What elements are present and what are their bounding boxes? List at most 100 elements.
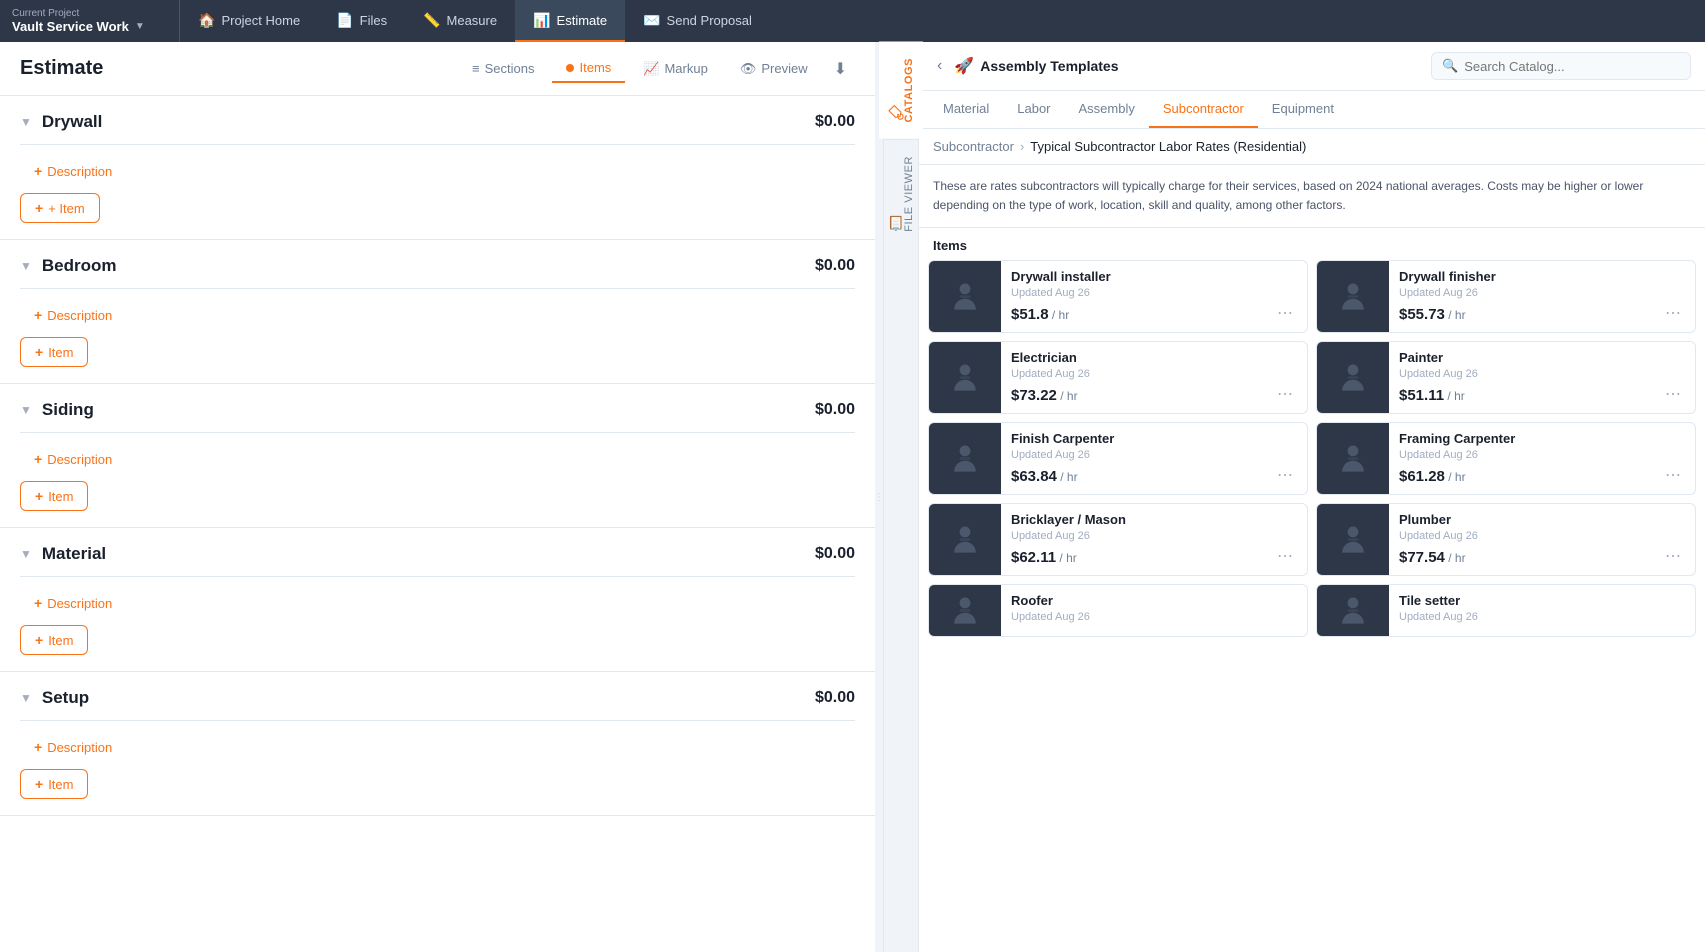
section-drywall-chevron[interactable]: ▼ <box>20 115 32 129</box>
breadcrumb-separator: › <box>1020 139 1024 154</box>
nav-tab-estimate[interactable]: 📊 Estimate <box>515 0 625 42</box>
catalog-item-bricklayer-mason[interactable]: Bricklayer / Mason Updated Aug 26 $62.11… <box>928 503 1308 576</box>
nav-tab-measure[interactable]: 📏 Measure <box>405 0 515 42</box>
catalog-item-electrician[interactable]: Electrician Updated Aug 26 $73.22 / hr ⋯ <box>928 341 1308 414</box>
plus-icon: + <box>34 307 42 323</box>
card-price-row-framing-carpenter: $61.28 / hr ⋯ <box>1399 466 1685 486</box>
bedroom-add-description-button[interactable]: + Description <box>20 301 126 329</box>
card-price-plumber: $77.54 / hr <box>1399 549 1466 566</box>
card-more-button-electrician[interactable]: ⋯ <box>1273 385 1297 405</box>
catalog-back-button[interactable]: ‹ <box>933 55 946 77</box>
card-more-button-drywall-finisher[interactable]: ⋯ <box>1661 304 1685 324</box>
catalog-item-painter[interactable]: Painter Updated Aug 26 $51.11 / hr ⋯ <box>1316 341 1696 414</box>
items-grid: Drywall installer Updated Aug 26 $51.8 /… <box>919 257 1705 646</box>
project-label[interactable]: Current Project Vault Service Work ▼ <box>0 0 180 42</box>
setup-add-description-button[interactable]: + Description <box>20 733 126 761</box>
plus-icon: + <box>35 632 43 648</box>
home-icon: 🏠 <box>198 12 215 29</box>
section-setup-chevron[interactable]: ▼ <box>20 691 32 705</box>
setup-add-item-button[interactable]: + Item <box>20 769 88 799</box>
catalog-item-finish-carpenter[interactable]: Finish Carpenter Updated Aug 26 $63.84 /… <box>928 422 1308 495</box>
material-add-description-button[interactable]: + Description <box>20 589 126 617</box>
section-setup-name: Setup <box>42 688 89 708</box>
card-name-painter: Painter <box>1399 350 1685 365</box>
card-updated-painter: Updated Aug 26 <box>1399 368 1685 380</box>
card-name-bricklayer-mason: Bricklayer / Mason <box>1011 512 1297 527</box>
drywall-add-description-button[interactable]: + Description <box>20 157 126 185</box>
card-updated-tile-setter: Updated Aug 26 <box>1399 611 1685 623</box>
ctype-tab-material[interactable]: Material <box>929 91 1003 128</box>
card-more-button-painter[interactable]: ⋯ <box>1661 385 1685 405</box>
card-thumbnail-bricklayer-mason <box>929 504 1001 575</box>
breadcrumb-parent-link[interactable]: Subcontractor <box>933 139 1014 154</box>
card-unit-finish-carpenter: / hr <box>1057 470 1078 484</box>
tab-preview[interactable]: 👁 Preview <box>726 55 822 83</box>
project-dropdown-icon[interactable]: ▼ <box>135 21 145 32</box>
tab-items[interactable]: Items <box>552 54 625 83</box>
estimate-icon: 📊 <box>533 12 550 29</box>
estimate-tabs: ≡ Sections Items 📈 Markup 👁 Preview ⬇ <box>458 54 855 83</box>
breadcrumb-current: Typical Subcontractor Labor Rates (Resid… <box>1030 139 1306 154</box>
items-active-dot <box>566 64 574 72</box>
section-drywall-title-row: ▼ Drywall <box>20 112 102 132</box>
card-updated-drywall-finisher: Updated Aug 26 <box>1399 287 1685 299</box>
tab-markup[interactable]: 📈 Markup <box>629 55 722 83</box>
card-more-button-finish-carpenter[interactable]: ⋯ <box>1273 466 1297 486</box>
section-siding: ▼ Siding $0.00 + Description + Item <box>0 384 875 528</box>
file-viewer-icon: 📋 <box>887 162 903 232</box>
ctype-tab-assembly[interactable]: Assembly <box>1065 91 1149 128</box>
card-more-button-plumber[interactable]: ⋯ <box>1661 547 1685 567</box>
siding-add-description-button[interactable]: + Description <box>20 445 126 473</box>
catalog-item-framing-carpenter[interactable]: Framing Carpenter Updated Aug 26 $61.28 … <box>1316 422 1696 495</box>
vtab-catalogs[interactable]: 🏷 CATALOGS <box>879 42 923 139</box>
ctype-tab-equipment[interactable]: Equipment <box>1258 91 1348 128</box>
card-more-button-framing-carpenter[interactable]: ⋯ <box>1661 466 1685 486</box>
catalog-search-input[interactable] <box>1464 59 1680 74</box>
material-add-item-button[interactable]: + Item <box>20 625 88 655</box>
catalog-item-drywall-installer[interactable]: Drywall installer Updated Aug 26 $51.8 /… <box>928 260 1308 333</box>
catalog-item-roofer[interactable]: Roofer Updated Aug 26 <box>928 584 1308 637</box>
card-more-button-bricklayer-mason[interactable]: ⋯ <box>1273 547 1297 567</box>
card-more-button-drywall-installer[interactable]: ⋯ <box>1273 304 1297 324</box>
section-siding-chevron[interactable]: ▼ <box>20 403 32 417</box>
section-material-divider <box>20 576 855 577</box>
catalog-panel: ‹ 🚀 Assembly Templates 🔍 Material L <box>919 42 1705 952</box>
plus-icon: + <box>34 163 42 179</box>
card-name-tile-setter: Tile setter <box>1399 593 1685 608</box>
download-button[interactable]: ⬇ <box>826 55 855 83</box>
section-drywall-name: Drywall <box>42 112 102 132</box>
section-bedroom-chevron[interactable]: ▼ <box>20 259 32 273</box>
top-nav: Current Project Vault Service Work ▼ 🏠 P… <box>0 0 1705 42</box>
section-drywall-divider <box>20 144 855 145</box>
search-icon: 🔍 <box>1442 58 1458 74</box>
plus-icon: + <box>34 739 42 755</box>
vertical-tabs: 🏷 CATALOGS 📋 FILE VIEWER <box>883 42 919 952</box>
siding-add-item-button[interactable]: + Item <box>20 481 88 511</box>
card-updated-bricklayer-mason: Updated Aug 26 <box>1011 530 1297 542</box>
section-siding-amount: $0.00 <box>815 401 855 419</box>
nav-tab-send-proposal[interactable]: ✉️ Send Proposal <box>625 0 770 42</box>
section-bedroom-title-row: ▼ Bedroom <box>20 256 117 276</box>
section-siding-title-row: ▼ Siding <box>20 400 94 420</box>
card-info-roofer: Roofer Updated Aug 26 <box>1001 585 1307 636</box>
card-price-finish-carpenter: $63.84 / hr <box>1011 468 1078 485</box>
card-price-bricklayer-mason: $62.11 / hr <box>1011 549 1077 566</box>
bedroom-add-item-button[interactable]: + Item <box>20 337 88 367</box>
tab-sections[interactable]: ≡ Sections <box>458 55 548 82</box>
ctype-tab-labor[interactable]: Labor <box>1003 91 1064 128</box>
catalog-item-drywall-finisher[interactable]: Drywall finisher Updated Aug 26 $55.73 /… <box>1316 260 1696 333</box>
nav-tab-files[interactable]: 📄 Files <box>318 0 405 42</box>
plus-icon: + <box>35 200 43 216</box>
card-price-framing-carpenter: $61.28 / hr <box>1399 468 1466 485</box>
card-unit-painter: / hr <box>1444 389 1465 403</box>
vtab-file-viewer[interactable]: 📋 FILE VIEWER <box>879 140 923 248</box>
drywall-add-item-button[interactable]: + + Item <box>20 193 100 223</box>
catalog-item-tile-setter[interactable]: Tile setter Updated Aug 26 <box>1316 584 1696 637</box>
nav-tab-project-home[interactable]: 🏠 Project Home <box>180 0 318 42</box>
card-price-row-drywall-finisher: $55.73 / hr ⋯ <box>1399 304 1685 324</box>
catalog-item-plumber[interactable]: Plumber Updated Aug 26 $77.54 / hr ⋯ <box>1316 503 1696 576</box>
ctype-tab-subcontractor[interactable]: Subcontractor <box>1149 91 1258 128</box>
card-thumbnail-drywall-finisher <box>1317 261 1389 332</box>
card-unit-plumber: / hr <box>1445 551 1466 565</box>
section-material-chevron[interactable]: ▼ <box>20 547 32 561</box>
